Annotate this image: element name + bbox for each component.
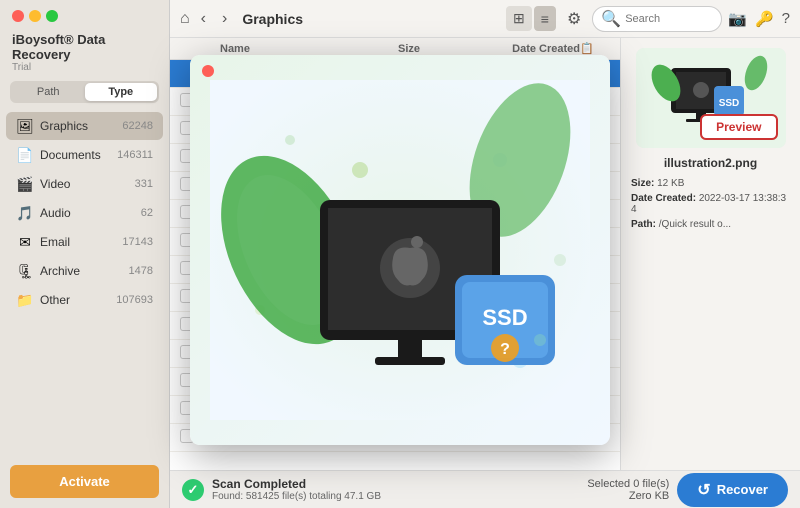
recover-button[interactable]: ↺ Recover	[677, 473, 788, 507]
grid-view-button[interactable]: ⊞	[506, 6, 532, 31]
tab-path[interactable]: Path	[12, 83, 85, 101]
archive-icon: 🗜	[16, 262, 34, 280]
view-buttons: ⊞ ≡	[506, 6, 556, 31]
popup-illustration-svg: SSD ?	[210, 80, 590, 420]
size-col-header: Size	[330, 43, 420, 55]
sidebar-item-other[interactable]: 📁 Other 107693	[6, 286, 163, 314]
tab-row: Path Type	[10, 81, 159, 103]
status-bar: ✓ Scan Completed Found: 581425 file(s) t…	[170, 470, 800, 508]
minimize-button[interactable]	[29, 10, 41, 22]
scan-details: Found: 581425 file(s) totaling 47.1 GB	[212, 491, 579, 502]
sidebar-item-count: 17143	[122, 236, 153, 248]
selected-files: Selected 0 file(s)	[587, 478, 669, 490]
recover-label: Recover	[717, 482, 768, 497]
selected-info: Selected 0 file(s) Zero KB	[587, 478, 669, 502]
sidebar: iBoysoft® Data Recovery Trial Path Type …	[0, 0, 170, 508]
sidebar-item-count: 107693	[116, 294, 153, 306]
sidebar-item-count: 62248	[122, 120, 153, 132]
file-size-label: Size:	[631, 178, 654, 189]
help-icon-button[interactable]: ?	[782, 10, 790, 28]
search-input[interactable]	[625, 13, 713, 25]
app-title: iBoysoft® Data Recovery	[12, 32, 157, 62]
sidebar-item-count: 146311	[117, 149, 153, 161]
back-button[interactable]: ‹	[196, 8, 211, 30]
activate-button[interactable]: Activate	[10, 465, 159, 498]
documents-icon: 📄	[16, 146, 34, 164]
info-icon-button[interactable]: 🔑	[755, 10, 774, 28]
home-button[interactable]: ⌂	[180, 10, 190, 28]
file-path-value: /Quick result o...	[659, 219, 731, 230]
sidebar-item-audio[interactable]: 🎵 Audio 62	[6, 199, 163, 227]
right-panel: SSD Preview illustration2.png Size: 12 K…	[620, 38, 800, 470]
scan-complete-icon: ✓	[182, 479, 204, 501]
maximize-button[interactable]	[46, 10, 58, 22]
sidebar-item-label: Video	[40, 177, 135, 191]
sidebar-item-count: 331	[135, 178, 153, 190]
sidebar-item-video[interactable]: 🎬 Video 331	[6, 170, 163, 198]
toolbar-icons: 📷 🔑 ?	[728, 10, 790, 28]
preview-thumbnail: SSD Preview	[636, 48, 786, 148]
graphics-icon: 🖼	[16, 117, 34, 135]
date-col-header: Date Created	[420, 43, 580, 55]
app-title-area: iBoysoft® Data Recovery Trial	[0, 28, 169, 81]
tab-type[interactable]: Type	[85, 83, 158, 101]
scan-title: Scan Completed	[212, 477, 579, 491]
file-path-label: Path:	[631, 219, 656, 230]
file-info-name: illustration2.png	[664, 156, 757, 170]
sidebar-item-label: Graphics	[40, 119, 122, 133]
file-date-row: Date Created: 2022-03-17 13:38:34	[631, 193, 790, 215]
other-icon: 📁	[16, 291, 34, 309]
filter-button[interactable]: ⚙	[562, 7, 586, 31]
app-subtitle: Trial	[12, 62, 157, 73]
sidebar-item-label: Archive	[40, 264, 129, 278]
sidebar-item-label: Documents	[40, 148, 117, 162]
list-view-button[interactable]: ≡	[534, 6, 556, 31]
sidebar-items: 🖼 Graphics 62248 📄 Documents 146311 🎬 Vi…	[0, 111, 169, 455]
file-size-value: 12 KB	[657, 178, 684, 189]
audio-icon: 🎵	[16, 204, 34, 222]
sidebar-item-archive[interactable]: 🗜 Archive 1478	[6, 257, 163, 285]
popup-svg-container: SSD ?	[190, 55, 610, 445]
selected-size: Zero KB	[587, 490, 669, 502]
email-icon: ✉	[16, 233, 34, 251]
sidebar-item-documents[interactable]: 📄 Documents 146311	[6, 141, 163, 169]
sidebar-item-count: 1478	[129, 265, 153, 277]
sidebar-item-graphics[interactable]: 🖼 Graphics 62248	[6, 112, 163, 140]
window-controls	[12, 10, 58, 22]
toolbar-title: Graphics	[238, 11, 500, 27]
name-col-header: Name	[220, 43, 330, 55]
preview-popup: SSD ?	[190, 55, 610, 445]
file-date-label: Date Created:	[631, 193, 696, 204]
file-size-row: Size: 12 KB	[631, 178, 790, 189]
action-col-header: 📋	[580, 42, 610, 55]
camera-icon-button[interactable]: 📷	[728, 10, 747, 28]
video-icon: 🎬	[16, 175, 34, 193]
file-path-row: Path: /Quick result o...	[631, 219, 790, 230]
forward-button[interactable]: ›	[217, 8, 232, 30]
sidebar-item-label: Other	[40, 293, 116, 307]
sidebar-item-label: Email	[40, 235, 122, 249]
toolbar: ⌂ ‹ › Graphics ⊞ ≡ ⚙ 🔍 📷 🔑 ?	[170, 0, 800, 38]
popup-close-button[interactable]	[202, 65, 214, 77]
sidebar-item-email[interactable]: ✉ Email 17143	[6, 228, 163, 256]
sidebar-item-label: Audio	[40, 206, 141, 220]
sidebar-item-count: 62	[141, 207, 153, 219]
scan-text: Scan Completed Found: 581425 file(s) tot…	[212, 477, 579, 502]
svg-text:SSD: SSD	[718, 98, 739, 109]
popup-image: SSD ?	[190, 55, 610, 445]
close-button[interactable]	[12, 10, 24, 22]
search-box: 🔍	[592, 6, 722, 32]
preview-button[interactable]: Preview	[700, 114, 777, 140]
search-icon: 🔍	[601, 9, 621, 29]
svg-text:?: ?	[500, 341, 510, 358]
window-controls-area	[0, 0, 169, 28]
recover-icon: ↺	[697, 480, 710, 500]
svg-text:SSD: SSD	[482, 305, 527, 330]
